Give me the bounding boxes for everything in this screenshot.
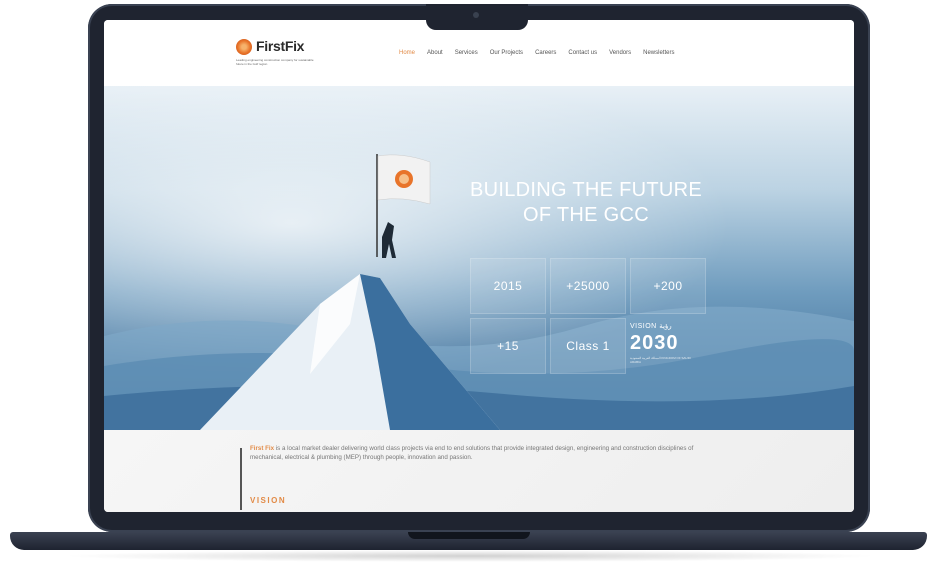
laptop-screen: FirstFix Leading engineering constructio… bbox=[104, 20, 854, 512]
about-section: First Fix is a local market dealer deliv… bbox=[104, 430, 854, 512]
stat-value: 2015 bbox=[493, 279, 523, 293]
headline-line-2: OF THE GCC bbox=[523, 204, 649, 226]
logo-text: FirstFix bbox=[256, 38, 305, 54]
stat-card: 2015 bbox=[470, 258, 546, 314]
nav-home[interactable]: Home bbox=[399, 50, 415, 56]
vision-heading: VISION bbox=[250, 496, 287, 505]
stat-value: +25000 bbox=[566, 279, 610, 293]
hero-headline: BUILDING THE FUTURE OF THE GCC bbox=[456, 178, 716, 228]
vision-logo-year: 2030 bbox=[630, 332, 679, 354]
about-paragraph: First Fix is a local market dealer deliv… bbox=[250, 444, 704, 462]
about-brand: First Fix bbox=[250, 445, 275, 452]
stat-card: +200 bbox=[630, 258, 706, 314]
stat-card: +25000 bbox=[550, 258, 626, 314]
stat-value: Class 1 bbox=[566, 339, 610, 353]
base-opening bbox=[408, 532, 530, 539]
nav-contact-us[interactable]: Contact us bbox=[568, 50, 597, 56]
hero-banner: BUILDING THE FUTURE OF THE GCC 2015 +250… bbox=[104, 86, 854, 430]
stat-value: +15 bbox=[497, 339, 519, 353]
about-body: is a local market dealer delivering worl… bbox=[250, 445, 694, 461]
flag-with-climber bbox=[376, 154, 431, 258]
vision-2030-logo: VISION رؤية 2030 المملكة العربية السعودي… bbox=[630, 322, 708, 376]
laptop-shadow bbox=[60, 550, 880, 562]
about-accent-bar bbox=[240, 448, 242, 510]
stat-value: +200 bbox=[653, 279, 683, 293]
camera-notch bbox=[426, 4, 528, 30]
mountain-peak bbox=[200, 274, 500, 430]
logo-tagline: Leading engineering construction company… bbox=[236, 58, 314, 66]
site-logo[interactable]: FirstFix Leading engineering constructio… bbox=[236, 38, 316, 68]
nav-vendors[interactable]: Vendors bbox=[609, 50, 631, 56]
vision-logo-top: VISION رؤية bbox=[630, 323, 672, 330]
laptop-base bbox=[10, 532, 927, 550]
nav-newsletters[interactable]: Newsletters bbox=[643, 50, 674, 56]
firstfix-logo-icon bbox=[236, 39, 252, 55]
main-nav: Home About Services Our Projects Careers… bbox=[399, 50, 674, 56]
stat-card: +15 bbox=[470, 318, 546, 374]
stat-card: Class 1 bbox=[550, 318, 626, 374]
nav-about[interactable]: About bbox=[427, 50, 443, 56]
nav-our-projects[interactable]: Our Projects bbox=[490, 50, 523, 56]
nav-careers[interactable]: Careers bbox=[535, 50, 556, 56]
vision-logo-sub: المملكة العربية السعودية KINGDOM OF SAUD… bbox=[630, 356, 691, 364]
nav-services[interactable]: Services bbox=[455, 50, 478, 56]
headline-line-1: BUILDING THE FUTURE bbox=[469, 179, 703, 201]
camera-icon bbox=[473, 12, 479, 18]
